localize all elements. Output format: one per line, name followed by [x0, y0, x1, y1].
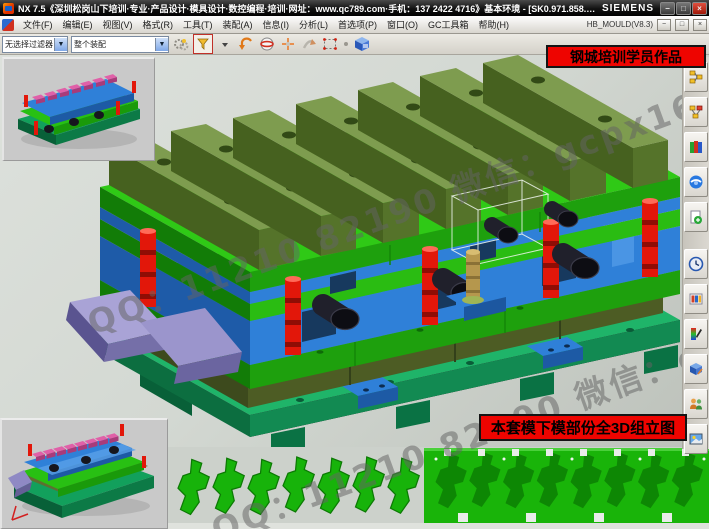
title-bar: NX 7.5《深圳松岗山下培训·专业·产品设计·模具设计·数控编程·培训·网址：…: [0, 0, 709, 16]
menu-format[interactable]: 格式(R): [138, 18, 179, 31]
nx-app-icon: [3, 3, 14, 14]
nx-application-window: NX 7.5《深圳松岗山下培训·专业·产品设计·模具设计·数控编程·培训·网址：…: [0, 0, 709, 529]
strip-material: [424, 448, 709, 523]
interpart-link-icon[interactable]: [172, 35, 190, 53]
restore-button[interactable]: □: [676, 2, 691, 15]
chevron-down-icon[interactable]: ▼: [54, 38, 67, 51]
move-handle-icon[interactable]: [279, 35, 297, 53]
resource-bar: [682, 57, 709, 449]
window-title: NX 7.5《深圳松岗山下培训·专业·产品设计·模具设计·数控编程·培训·网址：…: [18, 2, 596, 15]
chevron-down-icon[interactable]: ▼: [155, 38, 168, 51]
inset-view-lower[interactable]: [0, 418, 168, 529]
doc-close-button[interactable]: ×: [693, 19, 707, 31]
web-browser-icon[interactable]: [684, 167, 708, 197]
palette-icon[interactable]: [684, 284, 708, 314]
filter-dropdown-icon[interactable]: [216, 35, 234, 53]
rotate-icon[interactable]: [300, 35, 318, 53]
menu-preferences[interactable]: 首选项(P): [333, 18, 382, 31]
menu-analysis[interactable]: 分析(L): [294, 18, 333, 31]
close-button[interactable]: ×: [692, 2, 707, 15]
red-column: [642, 198, 658, 277]
menu-help[interactable]: 帮助(H): [474, 18, 515, 31]
doc-minimize-button[interactable]: −: [657, 19, 671, 31]
strip-graphic: [168, 447, 709, 529]
visualization-icon[interactable]: [684, 319, 708, 349]
snap-point-icon[interactable]: [258, 35, 276, 53]
strip-bottom-margin: [168, 523, 709, 529]
type-filter-combo[interactable]: 无选择过滤器 ▼: [2, 36, 68, 53]
caption-banner: 本套模下模部份全3D组立图: [479, 414, 687, 441]
inset-lower-model: [2, 420, 166, 527]
hd3d-tools-icon[interactable]: [684, 202, 708, 232]
document-app-icon: [2, 19, 14, 31]
materials-icon[interactable]: [684, 354, 708, 384]
mould-version-label: HB_MOULD(V8.3): [587, 20, 653, 29]
toolbar-separator: [344, 42, 348, 46]
menu-tools[interactable]: 工具(T): [178, 18, 218, 31]
training-banner: 钢城培训学员作品: [546, 45, 706, 68]
scene-icon[interactable]: [684, 424, 708, 454]
rectangle-select-icon[interactable]: [321, 35, 339, 53]
history-icon[interactable]: [684, 249, 708, 279]
selection-filter-icon[interactable]: [193, 34, 213, 54]
red-column: [285, 276, 301, 355]
menu-assemblies[interactable]: 装配(A): [218, 18, 258, 31]
menu-edit[interactable]: 编辑(E): [58, 18, 98, 31]
part-navigator-icon[interactable]: [684, 132, 708, 162]
strip-layout-view[interactable]: [168, 447, 709, 529]
menu-bar: 文件(F) 编辑(E) 视图(V) 格式(R) 工具(T) 装配(A) 信息(I…: [0, 16, 709, 34]
roles-icon[interactable]: [684, 389, 708, 419]
siemens-logo: SIEMENS: [602, 3, 654, 14]
menu-file[interactable]: 文件(F): [18, 18, 58, 31]
menu-information[interactable]: 信息(I): [258, 18, 295, 31]
minimize-button[interactable]: −: [660, 2, 675, 15]
undo-icon[interactable]: [237, 35, 255, 53]
menu-window[interactable]: 窗口(O): [382, 18, 423, 31]
constraint-navigator-icon[interactable]: [684, 97, 708, 127]
selection-scope-combo[interactable]: 整个装配 ▼: [71, 36, 169, 53]
inset-upper-model: [4, 59, 153, 159]
inset-view-upper[interactable]: [2, 57, 155, 161]
menu-gc-toolbox[interactable]: GC工具箱: [423, 18, 474, 31]
menu-view[interactable]: 视图(V): [98, 18, 138, 31]
stamped-parts: [178, 457, 419, 515]
doc-restore-button[interactable]: □: [675, 19, 689, 31]
red-column: [140, 228, 156, 307]
shaded-view-icon[interactable]: [353, 35, 371, 53]
